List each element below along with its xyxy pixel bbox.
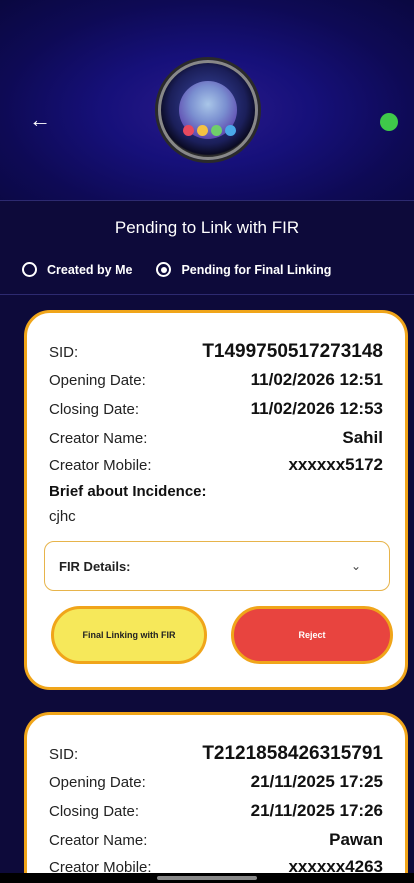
radio-label: Pending for Final Linking [181, 262, 332, 277]
filter-radio-group: Created by Me Pending for Final Linking [22, 262, 331, 277]
brief-value: cjhc [49, 508, 76, 525]
chevron-down-icon: ⌄ [350, 559, 361, 573]
creator-mobile-label: Creator Mobile: [49, 457, 152, 474]
creator-mobile-value: xxxxxx5172 [288, 455, 383, 474]
creator-name-value: Sahil [342, 428, 383, 447]
home-handle[interactable] [157, 876, 257, 880]
sid-value: T2121858426315791 [202, 743, 383, 764]
online-status-indicator [380, 113, 398, 131]
radio-checked-icon[interactable] [156, 262, 172, 277]
closing-date-value: 11/02/2026 12:53 [250, 399, 383, 418]
app-logo [158, 60, 258, 160]
creator-mobile-row: Creator Mobile: xxxxxx5172 [49, 455, 383, 475]
opening-date-row: Opening Date: 21/11/2025 17:25 [49, 772, 383, 792]
opening-date-row: Opening Date: 11/02/2026 12:51 [49, 370, 383, 390]
fir-details-label: FIR Details: [59, 558, 131, 574]
creator-name-value: Pawan [329, 830, 383, 849]
divider [0, 200, 414, 201]
closing-date-label: Closing Date: [49, 803, 140, 820]
back-arrow-icon[interactable]: ← [28, 107, 52, 132]
case-card: SID: T2121858426315791 Opening Date: 21/… [24, 712, 408, 883]
brief-label: Brief about Incidence: [49, 483, 207, 500]
closing-date-row: Closing Date: 11/02/2026 12:53 [49, 399, 383, 419]
system-nav-bar [0, 873, 414, 883]
sid-row: SID: T2121858426315791 [49, 743, 383, 765]
opening-date-value: 11/02/2026 12:51 [250, 370, 383, 389]
radio-created-by-me[interactable]: Created by Me [22, 262, 132, 277]
final-linking-button[interactable]: Final Linking with FIR [51, 606, 207, 664]
page-title: Pending to Link with FIR [114, 218, 300, 237]
creator-name-row: Creator Name: Pawan [49, 830, 383, 850]
sid-row: SID: T1499750517273148 [49, 341, 383, 363]
radio-label: Created by Me [47, 262, 133, 277]
fir-details-dropdown[interactable]: FIR Details: ⌄ [44, 541, 390, 591]
opening-date-label: Opening Date: [49, 774, 146, 791]
closing-date-row: Closing Date: 21/11/2025 17:26 [49, 801, 383, 821]
opening-date-label: Opening Date: [49, 372, 146, 389]
divider [0, 294, 414, 295]
reject-button[interactable]: Reject [231, 606, 393, 664]
radio-pending-final-linking[interactable]: Pending for Final Linking [156, 262, 331, 277]
opening-date-value: 21/11/2025 17:25 [250, 772, 383, 791]
creator-name-label: Creator Name: [49, 430, 148, 447]
sid-label: SID: [49, 746, 79, 763]
case-card: SID: T1499750517273148 Opening Date: 11/… [24, 310, 408, 690]
creator-name-label: Creator Name: [49, 832, 148, 849]
radio-unchecked-icon[interactable] [22, 262, 37, 277]
app-header: ← [0, 0, 414, 200]
closing-date-label: Closing Date: [49, 401, 140, 418]
creator-name-row: Creator Name: Sahil [49, 428, 383, 448]
sid-label: SID: [49, 344, 79, 361]
closing-date-value: 21/11/2025 17:26 [250, 801, 383, 820]
sid-value: T1499750517273148 [202, 341, 383, 362]
